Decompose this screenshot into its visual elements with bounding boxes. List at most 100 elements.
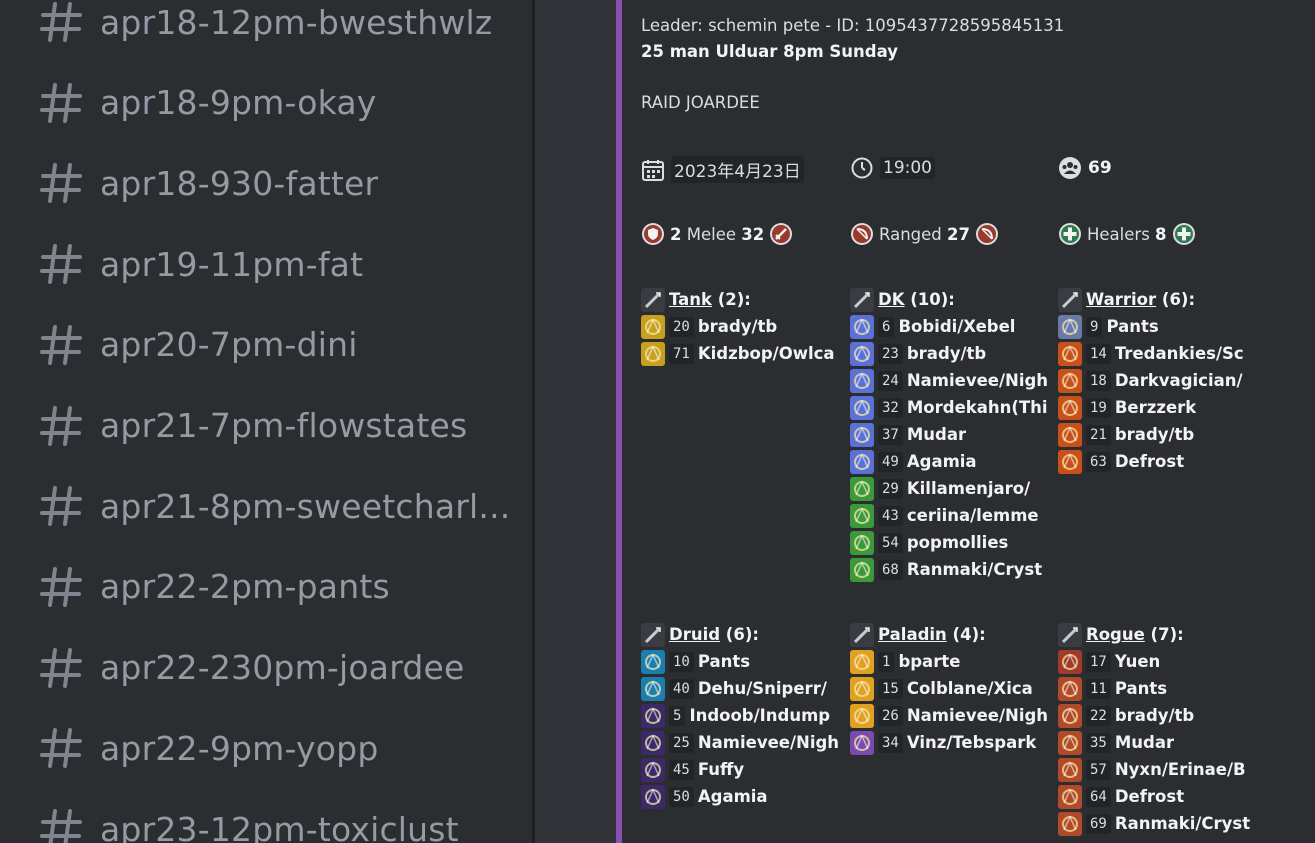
class-header: Paladin (4): [850,621,1055,648]
calendar-icon [641,158,665,182]
player-name: Pants [1114,679,1168,698]
class-count: (6): [1161,290,1196,309]
channel-name: apr22-9pm-yopp [100,728,379,768]
class-count: (6): [725,625,759,644]
player-name: Indoob/Indump [689,706,831,725]
class-name[interactable]: Druid [669,625,720,644]
class-count: (7): [1150,625,1184,644]
class-header: DK (10): [850,286,1055,313]
player-row: 45 Fuffy [641,756,846,783]
class-header: Tank (2): [641,286,846,313]
player-row: 34 Vinz/Tebspark [850,729,1055,756]
healers-count: 8 [1155,224,1167,244]
signup-number: 18 [1086,370,1111,391]
frost-dk-icon [850,341,874,366]
druid-icon [641,622,665,647]
channel-item[interactable]: apr22-230pm-joardee [40,638,465,698]
assassination-rogue-icon [1058,649,1082,674]
healers-label: Healers [1087,224,1150,244]
class-header: Druid (6): [641,621,846,648]
player-row: 9 Pants [1058,313,1263,340]
time-field: 19:00 [850,156,935,180]
hashtag-icon [40,726,82,770]
signup-number: 68 [878,559,903,580]
player-row: 50 Agamia [641,783,846,810]
unholy-dk-icon [850,557,874,582]
channel-item[interactable]: apr18-12pm-bwesthwlz [40,0,492,52]
combat-rogue-icon [1058,676,1082,701]
class-column-druid: Druid (6): 10 Pants 40 Dehu/Sniperr/5 Indoob/… [641,621,846,810]
arms-warrior-icon [1058,314,1082,339]
class-column-tank: Tank (2): 20 brady/tb 71 Kidzbop/Owlca [641,286,846,367]
ranged-summary: Ranged 27 [850,222,999,246]
player-name: Mudar [1114,733,1175,752]
player-name: Nyxn/Erinae/B [1114,760,1246,779]
channel-item[interactable]: apr18-930-fatter [40,153,378,213]
date-field: 2023年4月23日 [641,156,804,183]
signup-number: 21 [1086,424,1111,445]
channel-name: apr22-2pm-pants [100,567,390,607]
channel-name: apr20-7pm-dini [100,325,358,365]
warrior-sword-icon [1058,287,1082,312]
class-header: Warrior (6): [1058,286,1263,313]
class-name[interactable]: Paladin [878,625,947,644]
class-count: (4): [952,625,986,644]
frost-dk-icon [850,422,874,447]
class-name[interactable]: Warrior [1086,290,1156,309]
signup-number: 45 [669,759,694,780]
channel-item[interactable]: apr21-8pm-sweetcharl... [40,476,510,536]
player-row: 15 Colblane/Xica [850,675,1055,702]
class-name[interactable]: DK [878,290,904,309]
player-row: 43 ceriina/lemme [850,502,1055,529]
melee-label: Melee [686,224,737,244]
class-column-dk: DK (10): 6 Bobidi/Xebel 23 brady/tb 24 Namieve… [850,286,1055,583]
hashtag-icon [40,242,82,286]
clock-icon [850,156,874,180]
signup-number: 25 [669,732,694,753]
player-row: 20 brady/tb [641,313,846,340]
retribution-paladin-icon [850,676,874,701]
player-row: 49 Agamia [850,448,1055,475]
channel-item[interactable]: apr22-2pm-pants [40,557,390,617]
class-name[interactable]: Rogue [1086,625,1145,644]
signup-number: 17 [1086,651,1111,672]
message-area: Leader: schemin pete - ID: 1095437728595… [535,0,1315,843]
frost-dk-icon [850,314,874,339]
player-row: 25 Namievee/Nigh [641,729,846,756]
healer-plus-icon-2 [1172,222,1196,246]
channel-name: apr18-9pm-okay [100,83,377,123]
player-name: Agamia [906,452,977,471]
player-name: Berzzerk [1114,398,1197,417]
hashtag-icon [40,807,82,843]
balance-druid-icon [641,703,665,728]
embed-description: RAID JOARDEE [641,93,760,112]
melee-prefix: 2 [670,224,682,244]
class-count: (2): [717,290,751,309]
channel-item[interactable]: apr20-7pm-dini [40,315,358,375]
player-row: 63 Defrost [1058,448,1263,475]
class-name[interactable]: Tank [669,290,712,309]
channel-item[interactable]: apr18-9pm-okay [40,73,377,133]
class-column-warrior: Warrior (6): 9 Pants 14 Tredankies/Sc 18 Darkv… [1058,286,1263,475]
signup-number: 22 [1086,705,1111,726]
signup-number: 24 [878,370,903,391]
player-row: 17 Yuen [1058,648,1263,675]
channel-item[interactable]: apr22-9pm-yopp [40,718,378,778]
channel-item[interactable]: apr19-11pm-fat [40,234,363,294]
player-name: Defrost [1114,452,1185,471]
player-row: 6 Bobidi/Xebel [850,313,1055,340]
channel-item[interactable]: apr21-7pm-flowstates [40,396,467,456]
signup-number: 40 [669,678,694,699]
channel-item[interactable]: apr23-12pm-toxiclust [40,799,459,843]
player-name: ceriina/lemme [906,506,1039,525]
channel-name: apr19-11pm-fat [100,244,364,284]
player-name: Yuen [1114,652,1161,671]
fury-warrior-icon [1058,395,1082,420]
player-name: Dehu/Sniperr/ [697,679,827,698]
class-column-paladin: Paladin (4): 1 bparte 15 Colblane/Xica 26 Nami… [850,621,1055,756]
signup-number: 43 [878,505,903,526]
player-row: 35 Mudar [1058,729,1263,756]
signup-number: 69 [1086,813,1111,834]
signup-number: 35 [1086,732,1111,753]
player-name: Fuffy [697,760,745,779]
